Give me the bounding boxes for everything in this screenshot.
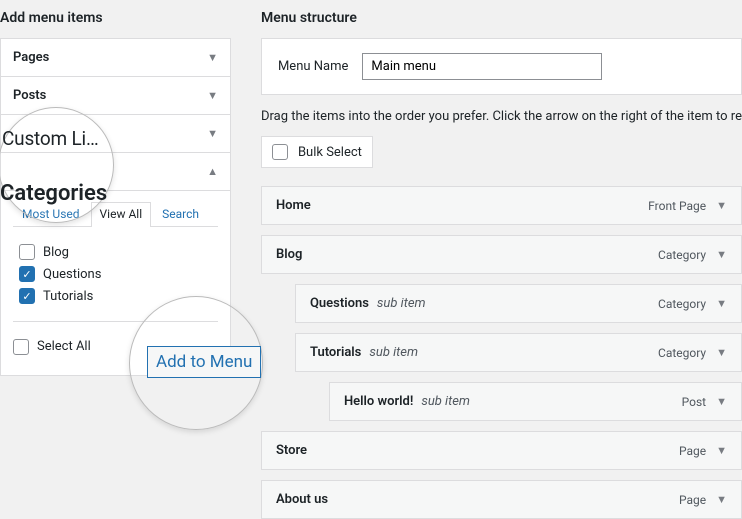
checkbox-icon[interactable] (19, 266, 35, 282)
category-label: Tutorials (43, 289, 93, 304)
panel-posts-title: Posts (13, 88, 46, 103)
menu-name-input[interactable] (362, 53, 602, 80)
checkbox-icon[interactable] (19, 244, 35, 260)
menu-item-type: Post (682, 395, 706, 409)
menu-name-label: Menu Name (278, 59, 348, 74)
caret-down-icon: ▼ (207, 127, 218, 140)
menu-item[interactable]: Questions sub item Category ▼ (295, 284, 742, 323)
sub-item-label: sub item (369, 345, 418, 360)
tab-search[interactable]: Search (153, 202, 208, 227)
menu-item-title: Questions (310, 296, 369, 311)
category-tabs: Most Used View All Search (13, 201, 218, 227)
caret-down-icon: ▼ (207, 51, 218, 64)
caret-up-icon: ▲ (207, 165, 218, 178)
menu-item-title: Hello world! (344, 394, 413, 409)
caret-down-icon[interactable]: ▼ (716, 444, 727, 457)
menu-item[interactable]: About us Page ▼ (261, 480, 742, 519)
checkbox-icon[interactable] (19, 288, 35, 304)
add-menu-items-heading: Add menu items (0, 10, 231, 26)
menu-items-list: Home Front Page ▼ Blog Category ▼ Questions sub… (261, 186, 742, 519)
tab-most-used[interactable]: Most Used (13, 202, 89, 227)
category-item[interactable]: Tutorials (19, 285, 218, 307)
category-label: Blog (43, 245, 69, 260)
menu-item-type: Page (679, 493, 706, 507)
checkbox-icon[interactable] (13, 339, 29, 355)
menu-item-type: Category (658, 248, 706, 262)
caret-down-icon[interactable]: ▼ (716, 346, 727, 359)
menu-item[interactable]: Blog Category ▼ (261, 235, 742, 274)
menu-name-row: Menu Name (261, 38, 742, 95)
menu-item-title: About us (276, 492, 328, 507)
menu-item-title: Tutorials (310, 345, 361, 360)
menu-item-type: Page (679, 444, 706, 458)
category-checklist: Blog Questions Tutorials (13, 237, 218, 317)
caret-down-icon[interactable]: ▼ (716, 395, 727, 408)
select-all-label: Select All (37, 339, 91, 354)
menu-item-title: Blog (276, 247, 302, 262)
category-label: Questions (43, 267, 101, 282)
menu-item[interactable]: Tutorials sub item Category ▼ (295, 333, 742, 372)
panel-pages[interactable]: Pages ▼ (0, 38, 231, 77)
checkbox-icon[interactable] (272, 144, 288, 160)
menu-item-title: Home (276, 198, 311, 213)
caret-down-icon[interactable]: ▼ (716, 248, 727, 261)
instructions-text: Drag the items into the order you prefer… (261, 109, 742, 124)
panel-posts[interactable]: Posts ▼ (0, 77, 231, 115)
menu-item-type: Category (658, 297, 706, 311)
bulk-select-control[interactable]: Bulk Select (261, 136, 373, 168)
tab-view-all[interactable]: View All (91, 202, 152, 227)
menu-item-type: Category (658, 346, 706, 360)
menu-item[interactable]: Store Page ▼ (261, 431, 742, 470)
caret-down-icon[interactable]: ▼ (716, 297, 727, 310)
menu-item-title: Store (276, 443, 307, 458)
panel-categories: Categories ▲ Most Used View All Search B… (0, 153, 231, 376)
caret-down-icon[interactable]: ▼ (716, 493, 727, 506)
menu-item-type: Front Page (648, 199, 706, 213)
select-all-row[interactable]: Select All (13, 336, 91, 358)
panel-pages-title: Pages (13, 50, 49, 65)
menu-item[interactable]: Home Front Page ▼ (261, 186, 742, 225)
panel-categories-header[interactable]: Categories ▲ (1, 153, 230, 190)
sub-item-label: sub item (421, 394, 470, 409)
sub-item-label: sub item (377, 296, 426, 311)
menu-item[interactable]: Hello world! sub item Post ▼ (329, 382, 742, 421)
category-item[interactable]: Blog (19, 241, 218, 263)
panel-custom-links[interactable]: Custom Links ▼ (0, 115, 231, 153)
bulk-select-label: Bulk Select (298, 145, 362, 160)
category-item[interactable]: Questions (19, 263, 218, 285)
caret-down-icon[interactable]: ▼ (716, 199, 727, 212)
menu-structure-heading: Menu structure (261, 10, 742, 26)
caret-down-icon: ▼ (207, 89, 218, 102)
